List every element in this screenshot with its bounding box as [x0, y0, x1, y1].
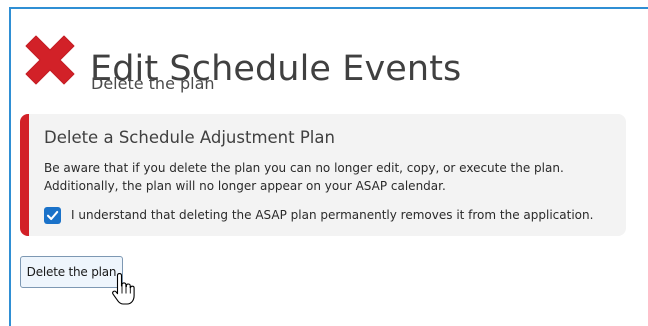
frame-top-border: [9, 7, 648, 9]
close-x-icon: [25, 35, 75, 85]
checkmark-icon: [46, 210, 59, 220]
warning-title: Delete a Schedule Adjustment Plan: [44, 128, 335, 147]
confirm-checkbox[interactable]: [44, 206, 61, 224]
frame-left-border: [9, 7, 11, 326]
warning-message: Be aware that if you delete the plan you…: [44, 159, 619, 195]
warning-panel: Delete a Schedule Adjustment Plan Be awa…: [20, 114, 626, 236]
warning-accent-bar: [20, 114, 29, 236]
warning-message-line-2: Additionally, the plan will no longer ap…: [44, 179, 446, 193]
page-subtitle: Delete the plan: [91, 74, 215, 93]
warning-message-line-1: Be aware that if you delete the plan you…: [44, 161, 564, 175]
hand-pointer-cursor: [112, 273, 135, 305]
confirm-checkbox-label: I understand that deleting the ASAP plan…: [71, 208, 594, 222]
delete-plan-button[interactable]: Delete the plan: [20, 256, 123, 288]
confirm-checkbox-row[interactable]: I understand that deleting the ASAP plan…: [44, 205, 593, 225]
